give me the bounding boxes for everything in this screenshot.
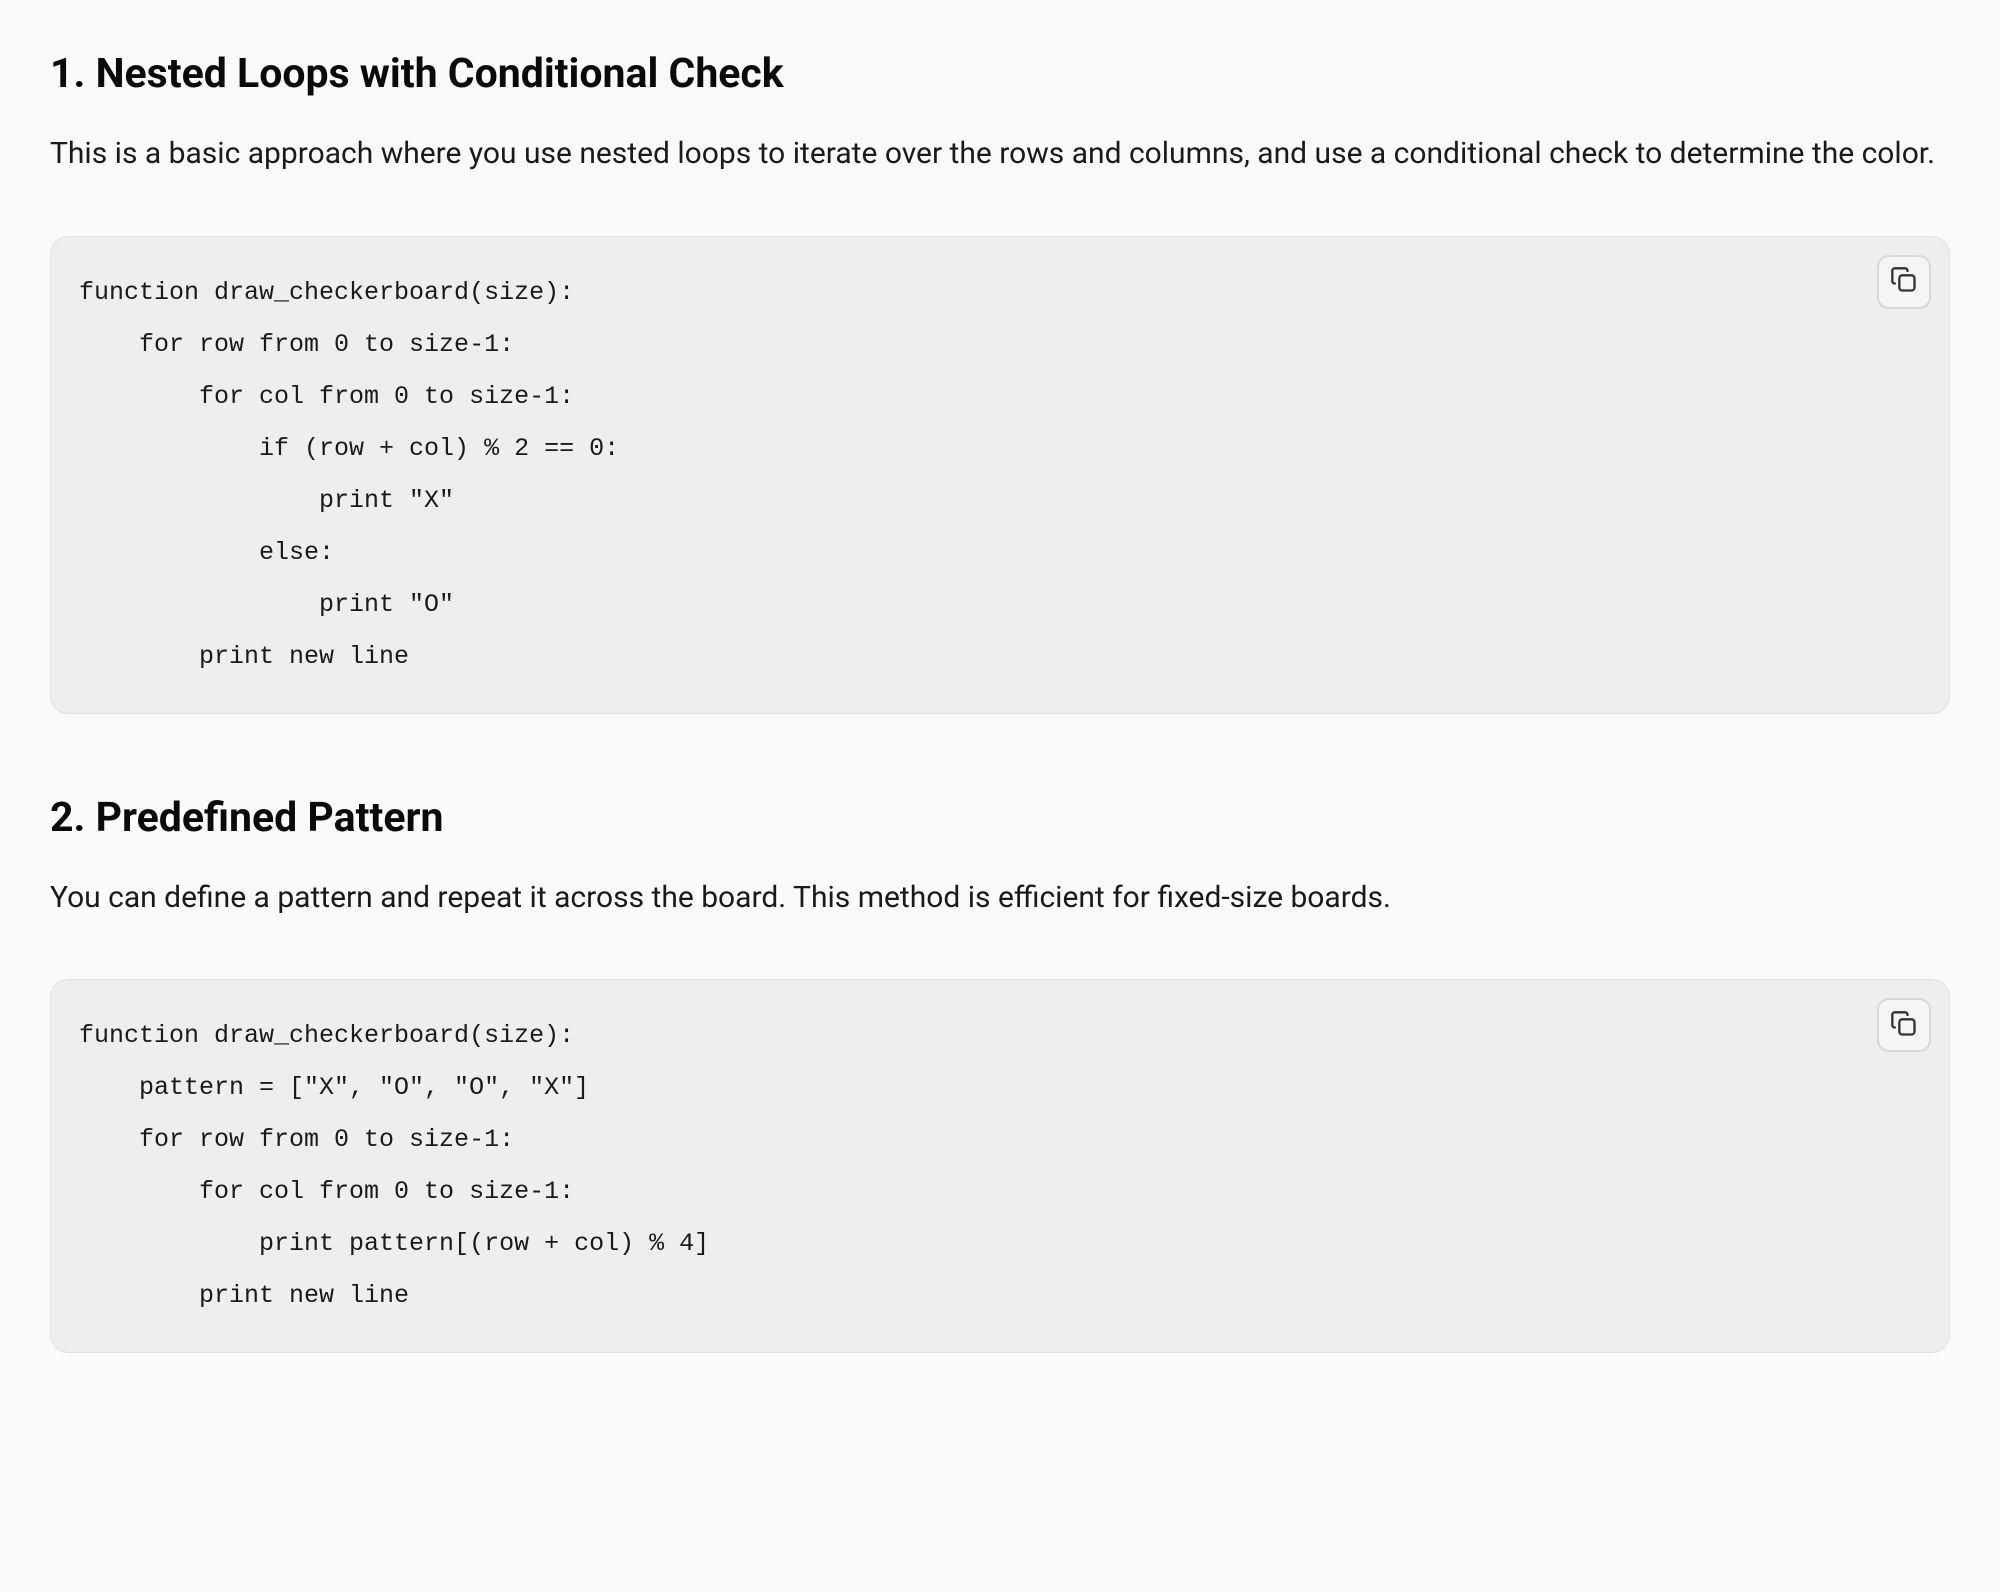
copy-icon: [1890, 1010, 1918, 1041]
section-2: 2. Predefined Pattern You can define a p…: [50, 794, 1950, 1354]
code-block: function draw_checkerboard(size): for ro…: [50, 236, 1950, 714]
code-content: function draw_checkerboard(size): for ro…: [79, 267, 1921, 683]
copy-icon: [1890, 266, 1918, 297]
code-content: function draw_checkerboard(size): patter…: [79, 1010, 1921, 1322]
section-heading: 2. Predefined Pattern: [50, 794, 1950, 842]
copy-button[interactable]: [1877, 998, 1931, 1052]
section-description: This is a basic approach where you use n…: [50, 128, 1950, 181]
section-heading: 1. Nested Loops with Conditional Check: [50, 50, 1950, 98]
code-block: function draw_checkerboard(size): patter…: [50, 979, 1950, 1353]
section-description: You can define a pattern and repeat it a…: [50, 872, 1950, 925]
section-1: 1. Nested Loops with Conditional Check T…: [50, 50, 1950, 714]
copy-button[interactable]: [1877, 255, 1931, 309]
